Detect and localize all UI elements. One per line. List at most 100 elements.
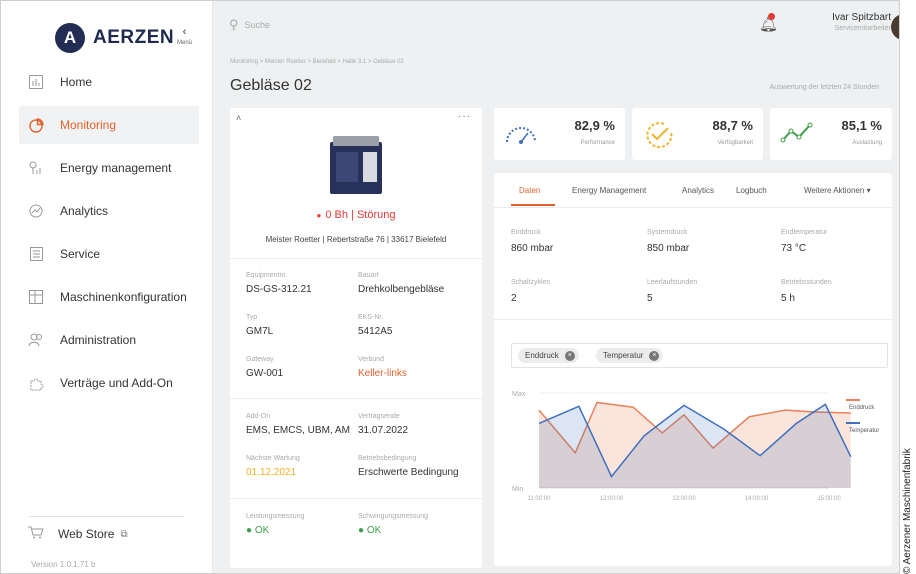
field-label: Nächste Wartung (246, 455, 300, 462)
reading-value: 73 °C (781, 243, 807, 254)
status-dot-icon: ● (358, 525, 367, 536)
sidebar-item-label: Energy management (60, 161, 172, 175)
avatar[interactable] (891, 14, 899, 40)
chip-label: Temperatur (603, 351, 644, 360)
field-value: GW-001 (246, 368, 284, 379)
search-placeholder: Suche (244, 20, 271, 30)
shopping-cart-icon (28, 526, 44, 542)
filter-chip-temperatur[interactable]: Temperatur × (596, 348, 664, 363)
webstore-link[interactable]: Web Store ⧉ (28, 526, 128, 542)
trend-chart: Max Min 11:00:00 12:00:00 13:00:00 14:00:00 15… (512, 391, 879, 502)
notification-badge (768, 13, 775, 20)
tab-weitere-aktionen[interactable]: Weitere Aktionen ▾ (804, 186, 871, 195)
webstore-label: Web Store (58, 527, 115, 541)
remove-chip-icon[interactable]: × (649, 350, 660, 361)
photo-credit: © Aerzener Maschinenfabrik (902, 448, 913, 574)
kpi-value: 88,7 % (712, 118, 753, 133)
sidebar-item-label: Verträge und Add-On (60, 376, 173, 390)
page-title: Gebläse 02 (230, 77, 312, 94)
kpi-performance[interactable]: 82,9 % Performance (494, 108, 625, 160)
sidebar-item-monitoring[interactable]: Monitoring (19, 106, 199, 144)
field-label: EKS-Nr. (358, 314, 384, 321)
kpi-value: 85,1 % (841, 118, 882, 133)
menu-toggle-label: Menü (177, 40, 193, 46)
search-input[interactable]: ⚲ Suche (229, 17, 270, 33)
puzzle-icon (28, 375, 44, 391)
home-chart-icon (28, 74, 44, 90)
sidebar-item-vertraege[interactable]: Verträge und Add-On (19, 364, 199, 402)
chevron-down-icon: ▾ (866, 186, 871, 195)
reading-label: Schaltzyklen (511, 279, 551, 286)
field-label: Equipmentnr. (246, 272, 288, 279)
field-label: Gateway (246, 356, 274, 363)
verbund-link[interactable]: Keller-links (358, 368, 407, 379)
tab-daten[interactable]: Daten (519, 186, 540, 195)
app-window: A AERZEN ‹ Menü Home Monitoring Energy m… (0, 0, 900, 574)
reading-value: 5 h (781, 293, 795, 304)
machine-image (330, 136, 382, 194)
user-info[interactable]: Ivar Spitzbart Servicemitarbeiter (795, 12, 891, 32)
search-icon: ⚲ (229, 17, 239, 32)
field-value: Erschwerte Bedingung (358, 467, 459, 478)
analytics-icon (28, 203, 44, 219)
brand-logo[interactable]: A AERZEN (55, 23, 174, 53)
sidebar-item-energy-management[interactable]: Energy management (19, 149, 199, 187)
collapse-chevron-icon[interactable]: ˄ (236, 113, 241, 123)
notification-bell-icon[interactable]: 🔔︎ (759, 13, 778, 33)
status-ok: ● OK (358, 525, 381, 536)
tab-logbuch[interactable]: Logbuch (736, 186, 767, 195)
x-tick-label: 13:00:00 (672, 496, 696, 502)
kpi-value: 82,9 % (574, 118, 615, 133)
kpi-verfuegbarkeit[interactable]: 88,7 % Verfügbarkeit (632, 108, 763, 160)
users-icon (28, 332, 44, 348)
reading-label: Leerlaufstunden (647, 279, 698, 286)
field-value: Drehkolbengebläse (358, 284, 445, 295)
field-label: Add-On (246, 413, 271, 420)
sidebar-item-label: Administration (60, 333, 137, 347)
remove-chip-icon[interactable]: × (564, 350, 575, 361)
user-name: Ivar Spitzbart (832, 12, 891, 23)
status-ok: ● OK (246, 525, 269, 536)
sidebar-item-service[interactable]: Service (19, 235, 199, 273)
reading-value: 5 (647, 293, 653, 304)
field-label: Betriebsbedingung (358, 455, 417, 462)
version-label: Version 1.0.1.71 b (31, 560, 96, 569)
brand-name: AERZEN (93, 27, 175, 48)
field-label: Bauart (358, 272, 379, 279)
machine-status-text: 0 Bh | Störung (325, 209, 396, 221)
trend-line-icon (780, 120, 814, 151)
kpi-auslastung[interactable]: 85,1 % Auslastung (770, 108, 892, 160)
service-document-icon (28, 246, 44, 262)
field-label: Vertragsende (358, 413, 400, 420)
aerzen-logo-icon: A (55, 23, 85, 53)
tab-analytics[interactable]: Analytics (682, 186, 714, 195)
machine-address: Meister Roetter | Rebertstraße 76 | 3361… (265, 235, 447, 244)
filter-chip-enddruck[interactable]: Enddruck × (518, 348, 579, 363)
field-value: OK (254, 525, 270, 536)
field-label: Verbund (358, 356, 385, 363)
gauge-icon (504, 120, 538, 153)
status-dot-icon: ● (316, 210, 322, 220)
chart-filter-bar[interactable]: Enddruck × Temperatur × (511, 343, 888, 368)
sidebar-item-label: Monitoring (60, 118, 117, 132)
divider (230, 258, 482, 259)
x-tick-label: 14:00:00 (745, 496, 769, 502)
menu-toggle-button[interactable]: ‹ Menü (177, 27, 192, 49)
x-tick-label: 15:00:00 (817, 496, 841, 502)
kpi-label: Verfügbarkeit (717, 140, 753, 146)
field-value: 5412A5 (358, 326, 393, 337)
more-options-icon[interactable]: ··· (458, 111, 471, 122)
sidebar-item-maschinenkonfiguration[interactable]: Maschinenkonfiguration (19, 278, 199, 316)
tab-energy-management[interactable]: Energy Management (572, 186, 646, 195)
sidebar-item-analytics[interactable]: Analytics (19, 192, 199, 230)
breadcrumb[interactable]: Monitoring > Meister Roetter > Bielefeld… (230, 59, 404, 65)
field-label: Typ (246, 314, 258, 321)
chevron-left-icon: ‹ (182, 26, 187, 38)
time-range-label: Auswertung der letzten 24 Stunden (769, 84, 879, 91)
availability-check-icon (642, 120, 676, 155)
sidebar-item-home[interactable]: Home (19, 63, 199, 101)
sidebar-item-administration[interactable]: Administration (19, 321, 199, 359)
configuration-grid-icon (28, 289, 44, 305)
divider (230, 398, 482, 399)
pie-chart-icon (28, 117, 44, 133)
